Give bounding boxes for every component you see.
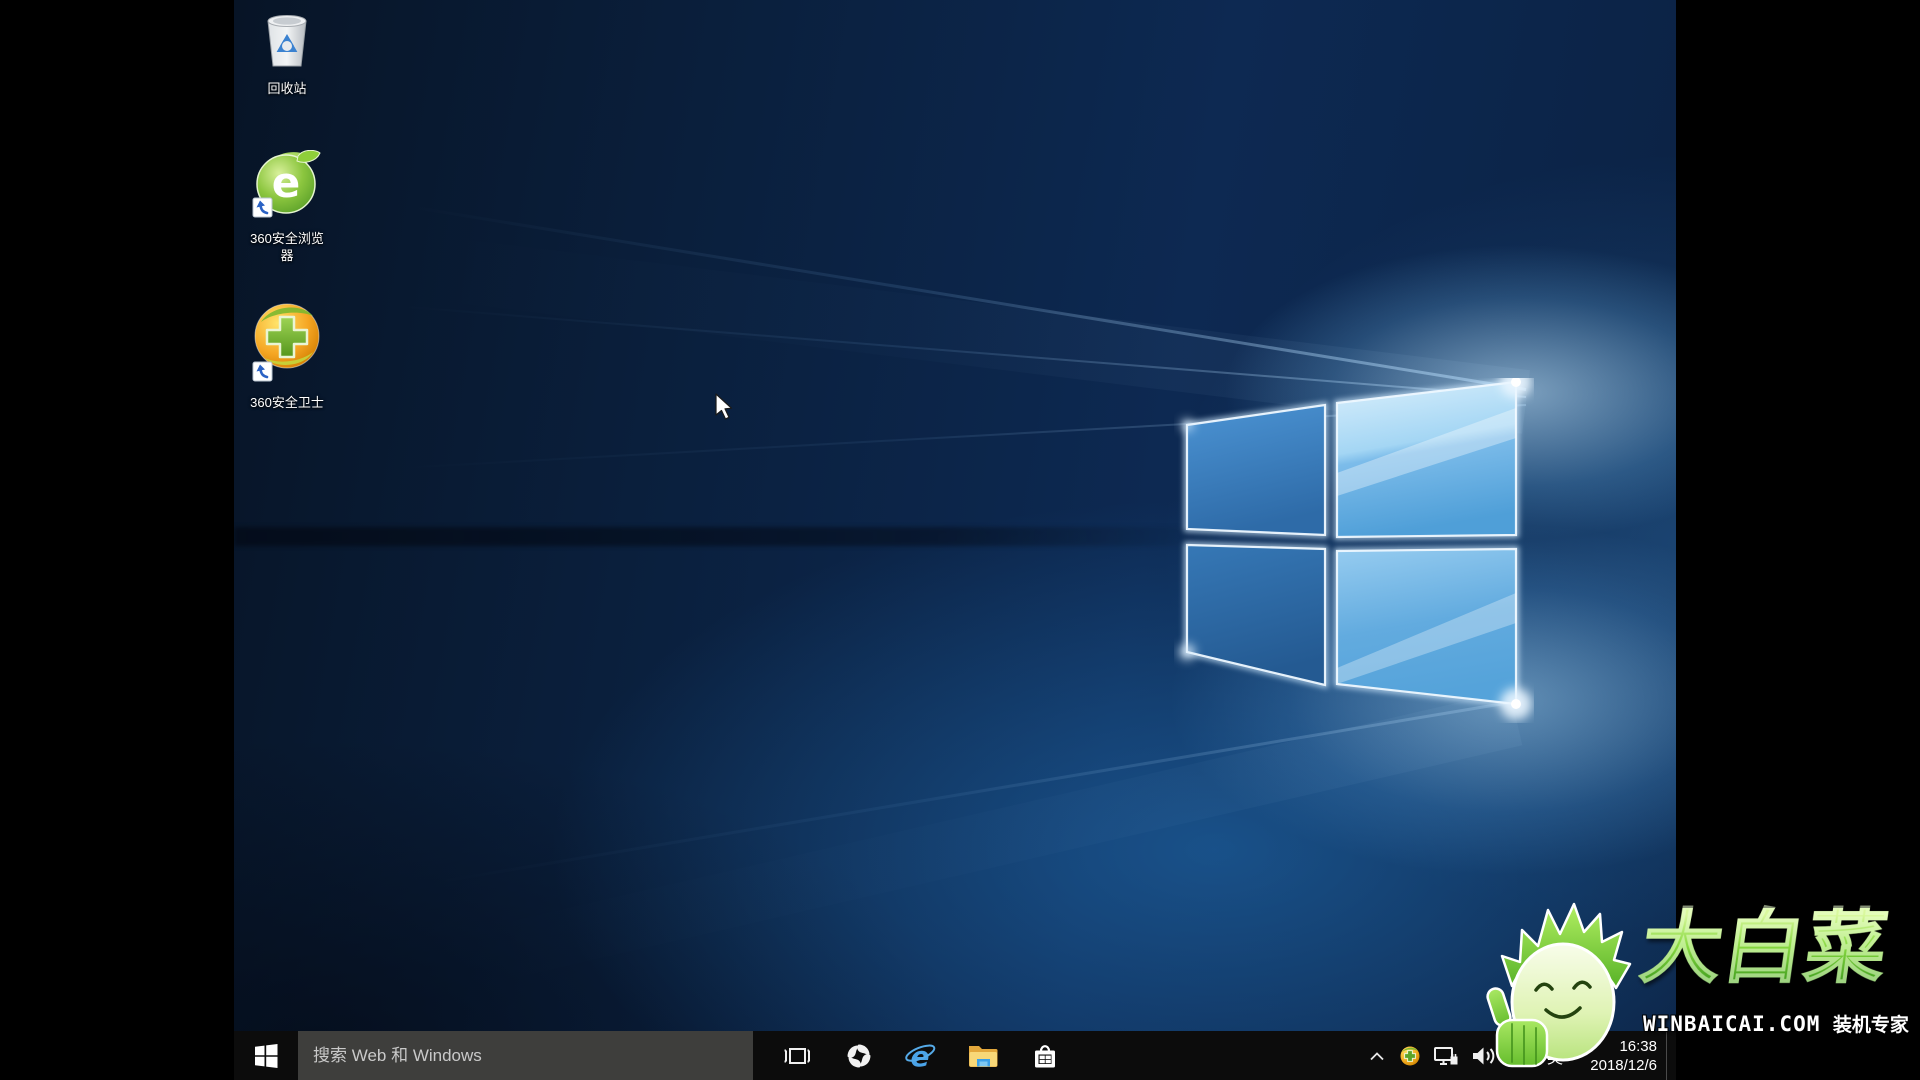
360-pinwheel-button[interactable] <box>828 1031 890 1080</box>
system-tray: 英 16:38 2018/12/6 <box>1361 1031 1676 1080</box>
internet-explorer-icon: e <box>904 1040 938 1072</box>
windows-hero-logo <box>1174 378 1534 723</box>
tray-clock[interactable]: 16:38 2018/12/6 <box>1569 1037 1659 1075</box>
search-input[interactable] <box>313 1046 749 1066</box>
internet-explorer-button[interactable]: e <box>890 1031 952 1080</box>
360-safe-guard-icon <box>252 300 322 386</box>
desktop-icon-label: 360安全卫士 <box>250 394 324 411</box>
file-explorer-icon <box>967 1042 999 1069</box>
action-center-icon <box>1509 1044 1535 1068</box>
desktop-icon-label-line2: 器 <box>280 247 293 264</box>
tray-360-button[interactable] <box>1393 1031 1427 1080</box>
svg-text:e: e <box>272 158 301 207</box>
taskbar-search-box[interactable] <box>298 1031 753 1080</box>
windows-start-icon <box>253 1043 279 1069</box>
desktop-icon-recycle-bin[interactable]: 回收站 <box>237 8 337 97</box>
screen: { "desktop": { "icons": [ { "id": "recyc… <box>0 0 1920 1080</box>
desktop-icon-360-browser[interactable]: e 360安全浏览 器 <box>237 150 337 264</box>
language-label: 英 <box>1547 1044 1563 1068</box>
brand-tagline: 装机专家 <box>1833 1015 1909 1036</box>
light-beam <box>438 691 1522 993</box>
desktop-icon-360-safe-guard[interactable]: 360安全卫士 <box>237 300 337 411</box>
task-view-icon <box>782 1041 812 1071</box>
taskbar-pinned-buttons: e <box>766 1031 1076 1080</box>
clock-date: 2018/12/6 <box>1569 1056 1657 1075</box>
show-desktop-button[interactable] <box>1667 1031 1671 1080</box>
desktop-video-area: 回收站 e 360安全浏览 器 <box>234 0 1676 1080</box>
network-icon <box>1433 1045 1459 1067</box>
clock-time: 16:38 <box>1569 1037 1657 1056</box>
recycle-bin-icon <box>257 8 317 72</box>
taskbar: e <box>234 1031 1676 1080</box>
windows-store-button[interactable] <box>1014 1031 1076 1080</box>
desktop-wallpaper[interactable] <box>234 0 1676 1031</box>
360-tray-icon <box>1399 1045 1421 1067</box>
360-pinwheel-icon <box>845 1042 873 1070</box>
360-browser-icon: e <box>252 150 322 222</box>
wallpaper-dark-band <box>234 527 1219 546</box>
tray-language-indicator[interactable]: 英 <box>1541 1031 1569 1080</box>
tray-chevron-up-button[interactable] <box>1361 1031 1393 1080</box>
tray-network-button[interactable] <box>1427 1031 1465 1080</box>
tray-action-center-button[interactable] <box>1503 1031 1541 1080</box>
file-explorer-button[interactable] <box>952 1031 1014 1080</box>
shortcut-arrow-badge <box>253 198 272 217</box>
tray-volume-button[interactable] <box>1465 1031 1503 1080</box>
windows-store-icon <box>1031 1041 1059 1071</box>
shortcut-arrow-badge <box>253 362 272 381</box>
desktop-icon-label: 回收站 <box>267 80 306 97</box>
desktop-icon-label: 360安全浏览 <box>250 230 324 247</box>
brand-subline: WINBAICAI.COM 装机专家 <box>1643 1010 1909 1037</box>
mouse-cursor <box>715 393 737 423</box>
task-view-button[interactable] <box>766 1031 828 1080</box>
start-button[interactable] <box>234 1031 298 1080</box>
volume-icon <box>1471 1045 1497 1067</box>
chevron-up-icon <box>1367 1046 1387 1066</box>
